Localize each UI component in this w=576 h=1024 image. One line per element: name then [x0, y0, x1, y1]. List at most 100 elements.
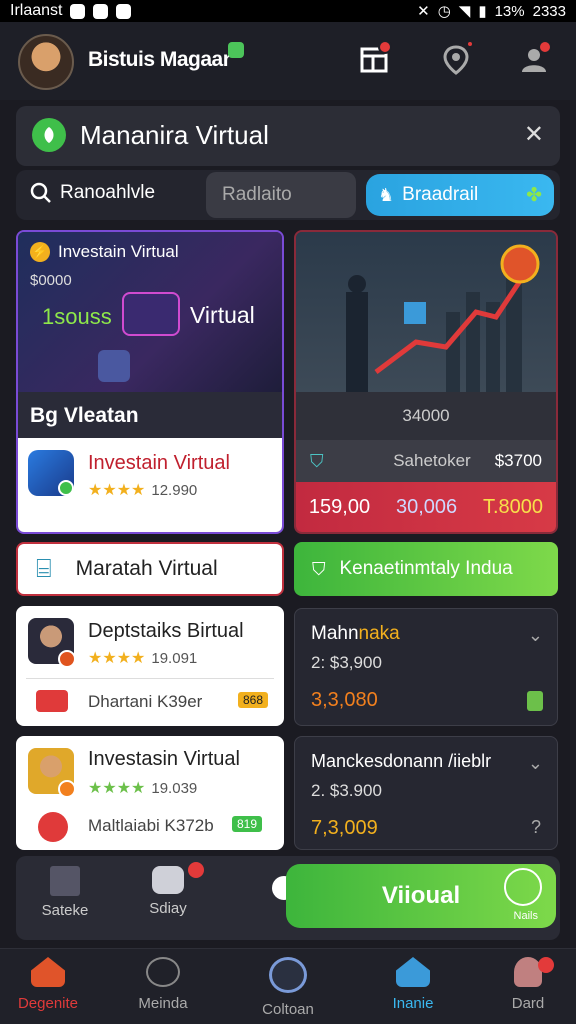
wallet-icon — [269, 957, 307, 993]
action-label: Sateke — [41, 902, 89, 919]
camera-icon — [152, 866, 184, 894]
rating-value: 19.091 — [151, 649, 198, 667]
stat-value: 159,00 — [308, 495, 371, 518]
document-icon — [50, 866, 80, 896]
cat-icon: ♞ — [378, 184, 395, 205]
price-card[interactable]: Manckesdonann /iieblr ⌄ 2. $3.900 7,3,00… — [294, 736, 558, 850]
shield-icon: ⛉ — [310, 450, 324, 471]
leaf-icon — [32, 118, 66, 152]
notification-dot — [538, 957, 554, 973]
sateke-action[interactable]: Sateke — [30, 866, 100, 919]
alarm-icon: ◷ — [437, 3, 451, 20]
nav-label: Meinda — [138, 995, 188, 1012]
wifi-icon: ◥ — [458, 3, 471, 20]
price-card[interactable]: Mahnnaka ⌄ 2: $3,900 3,3,080 — [294, 608, 558, 726]
badge-icon — [58, 650, 76, 668]
shield-check-icon: ⛉ — [312, 558, 326, 579]
card-app-row[interactable]: Investain Virtual ★★★★ 12.990 — [18, 438, 282, 532]
calendar-icon[interactable] — [354, 40, 394, 80]
mute-icon: ✕ — [417, 3, 430, 20]
users-icon[interactable] — [514, 40, 554, 80]
kenaetinmtaly-button[interactable]: ⛉ Kenaetinmtaly Indua — [294, 542, 558, 596]
filter-row: Ranoahlvle Radlaito ♞ Braadrail ✤ — [16, 170, 560, 220]
divider — [26, 678, 274, 679]
button-label: Kenaetinmtaly Indua — [339, 558, 513, 579]
nav-label: Dard — [511, 995, 545, 1012]
card-icon — [146, 957, 180, 987]
item-title: Investasin Virtual — [88, 748, 240, 770]
stat-value: T.8000 — [482, 495, 544, 518]
nav-item-coltoan[interactable]: Coltoan — [240, 957, 336, 1021]
card-caption: Bg Vleatan — [30, 404, 139, 427]
app-header: Bistuis Magaar — [0, 22, 576, 100]
bottom-nav: Degenite Meinda Coltoan Inanie Dard — [0, 948, 576, 1024]
search-control[interactable]: Ranoahlvle — [30, 182, 155, 204]
nav-label: Inanie — [392, 995, 434, 1012]
cta-sublabel: Nails — [513, 910, 538, 922]
label-text: Sahetoker — [393, 451, 471, 470]
price-value: 3,3,080 — [311, 689, 378, 711]
status-icon — [527, 691, 543, 711]
item-tag: 819 — [232, 816, 263, 832]
hero-left-label: 1souss — [42, 304, 112, 329]
stat-value: 30,006 — [395, 495, 458, 518]
notification-dot — [466, 40, 474, 48]
item-subtitle: Dhartani K39er — [88, 692, 203, 711]
app-notification-icon — [70, 3, 86, 19]
chevron-down-icon[interactable]: ⌄ — [528, 625, 543, 646]
action-label: Sdiay — [149, 900, 187, 917]
laptop-icon — [122, 292, 180, 336]
product-card[interactable]: ⚡ Investain Virtual $0000 1souss Virtual… — [16, 230, 284, 534]
card-amount: 34000 — [402, 406, 450, 425]
banner-title: Mananira Virtual — [80, 120, 269, 150]
item-tag: 868 — [238, 692, 269, 708]
carrier-label: Irlaanst — [10, 2, 63, 19]
item-subtitle: Maltlaiabi K372b — [88, 816, 214, 835]
list-item[interactable]: Investasin Virtual ★★★★ 19.039 Maltlaiab… — [16, 736, 284, 850]
filter-button-label: Braadrail — [402, 184, 479, 205]
nav-item-meinda[interactable]: Meinda — [115, 957, 211, 1021]
app-notification-icon — [116, 3, 132, 19]
notification-dot — [538, 40, 552, 54]
price-title: Mahnnaka — [311, 623, 400, 645]
rating-value: 19.039 — [151, 779, 198, 797]
leaf-icon: ✤ — [526, 184, 542, 206]
filter-input[interactable]: Radlaito — [206, 172, 356, 218]
notification-dot — [188, 862, 204, 878]
nav-item-home[interactable]: Degenite — [0, 957, 96, 1021]
home-icon — [31, 957, 65, 987]
stats-row: 159,00 30,006 T.8000 — [296, 482, 556, 532]
status-bar: Irlaanst ✕ ◷ ◥ ▮ 13% 2333 — [0, 0, 576, 22]
sdiay-action[interactable]: Sdiay — [128, 862, 208, 917]
filter-button[interactable]: ♞ Braadrail ✤ — [366, 174, 554, 216]
price-title-a: Mahn — [311, 623, 359, 644]
location-pin-icon[interactable] — [436, 40, 476, 80]
hero-right-label: Virtual — [190, 302, 255, 328]
price-line: 2: $3,900 — [311, 653, 382, 672]
item-title: Deptstaiks Birtual — [88, 620, 244, 642]
star-rating-icon: ★★★★ — [88, 482, 146, 499]
calculator-icon — [98, 350, 130, 382]
price-value: 7,3,009 — [311, 817, 378, 839]
bank-icon: ⌸ — [36, 553, 52, 583]
lightning-icon: ⚡ — [30, 242, 50, 262]
card-tag: Investain Virtual — [58, 242, 179, 261]
label-row: ⛉ Sahetoker $3700 — [296, 440, 556, 482]
chevron-down-icon[interactable]: ⌄ — [528, 753, 543, 774]
avatar[interactable] — [18, 34, 74, 90]
growth-card[interactable]: 34000 ⛉ Sahetoker $3700 159,00 30,006 T.… — [294, 230, 558, 534]
price-title-b: naka — [358, 623, 400, 644]
close-icon[interactable]: ✕ — [524, 120, 544, 149]
feature-banner: Mananira Virtual ✕ — [16, 106, 560, 166]
card-hero: ⚡ Investain Virtual $0000 1souss Virtual — [18, 232, 282, 392]
nav-item-inanie[interactable]: Inanie — [365, 957, 461, 1021]
star-rating-icon: ★★★★ — [88, 650, 146, 667]
verified-badge-icon — [228, 42, 244, 58]
list-item[interactable]: Deptstaiks Birtual ★★★★ 19.091 Dhartani … — [16, 606, 284, 726]
clock: 2333 — [532, 2, 566, 20]
cta-button[interactable]: Viioual Nails — [286, 864, 556, 928]
maratah-button[interactable]: ⌸ Maratah Virtual — [16, 542, 284, 596]
app-icon — [38, 812, 68, 842]
card-amount: $0000 — [30, 272, 72, 289]
nav-item-dard[interactable]: Dard — [480, 957, 576, 1021]
